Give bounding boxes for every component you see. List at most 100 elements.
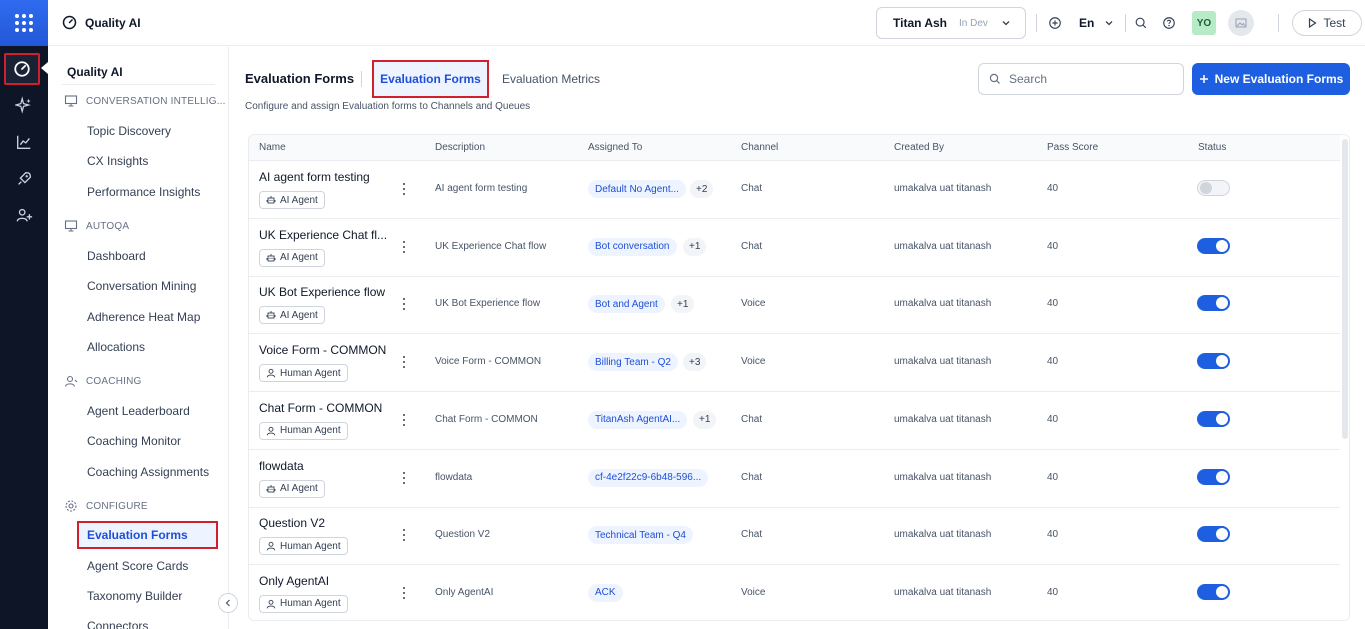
- search-icon[interactable]: [1134, 16, 1148, 30]
- column-header-created-by[interactable]: Created By: [894, 142, 944, 153]
- more-assignments-badge[interactable]: +1: [671, 295, 695, 314]
- env-tag: In Dev: [959, 17, 988, 29]
- table-scrollbar[interactable]: [1340, 135, 1349, 620]
- status-toggle[interactable]: [1197, 180, 1230, 196]
- assigned-queue-chip[interactable]: Default No Agent...: [588, 180, 686, 198]
- sidebar-item-topic-discovery[interactable]: Topic Discovery: [87, 124, 171, 138]
- assigned-queue-chip[interactable]: TitanAsh AgentAI...: [588, 410, 688, 429]
- status-toggle[interactable]: [1197, 295, 1230, 312]
- assigned-queue-chip[interactable]: Bot and Agent: [588, 295, 665, 314]
- table-row[interactable]: Voice Form - COMMON Human Agent Voice Form…: [249, 334, 1341, 393]
- new-evaluation-forms-button[interactable]: New Evaluation Forms: [1192, 63, 1350, 95]
- user-avatar[interactable]: YO: [1192, 11, 1216, 35]
- sidebar-item-coaching-monitor[interactable]: Coaching Monitor: [87, 434, 181, 448]
- chevron-down-icon: [1002, 21, 1010, 26]
- rail-quality-ai-button[interactable]: [4, 53, 40, 85]
- column-header-assigned-to[interactable]: Assigned To: [588, 142, 642, 153]
- sidebar-item-allocations[interactable]: Allocations: [87, 340, 145, 354]
- sidebar-item-coaching-assignments[interactable]: Coaching Assignments: [87, 465, 209, 479]
- assigned-queue-chip[interactable]: cf-4e2f22c9-6b48-596...: [588, 468, 709, 487]
- form-name[interactable]: Voice Form - COMMON: [259, 343, 386, 357]
- sidebar-item-evaluation-forms[interactable]: Evaluation Forms: [77, 521, 218, 549]
- search-input[interactable]: [1009, 72, 1169, 86]
- environment-select[interactable]: Titan Ash In Dev: [876, 7, 1026, 39]
- table-row[interactable]: Chat Form - COMMON Human Agent Chat Form -…: [249, 392, 1341, 450]
- table-row[interactable]: Question V2 Human Agent Question V2 Technic…: [249, 507, 1341, 566]
- agent-type-label: AI Agent: [280, 194, 318, 206]
- more-assignments-badge[interactable]: +1: [693, 410, 717, 429]
- profile-image-button[interactable]: [1228, 10, 1254, 36]
- row-actions-button[interactable]: [401, 528, 407, 542]
- search-box[interactable]: [978, 63, 1184, 95]
- sidebar-item-dashboard[interactable]: Dashboard: [87, 249, 146, 263]
- more-assignments-badge[interactable]: +3: [683, 353, 707, 372]
- row-actions-button[interactable]: [401, 471, 407, 485]
- table-row[interactable]: Only AgentAI Human Agent Only AgentAI ACK Vo…: [249, 565, 1341, 620]
- test-button[interactable]: Test: [1292, 10, 1362, 36]
- help-icon[interactable]: [1162, 16, 1176, 30]
- collapse-sidebar-button[interactable]: [218, 593, 238, 613]
- assigned-queue-chip[interactable]: ACK: [588, 583, 623, 602]
- agent-type-label: Human Agent: [280, 367, 341, 379]
- form-name[interactable]: Chat Form - COMMON: [259, 401, 382, 415]
- table-row[interactable]: UK Bot Experience flow AI Agent UK Bot Exp…: [249, 276, 1341, 335]
- row-actions-button[interactable]: [401, 240, 407, 254]
- assigned-queue-chip[interactable]: Billing Team - Q2: [588, 353, 678, 372]
- more-assignments-badge[interactable]: +1: [683, 237, 707, 256]
- sidebar-item-conversation-mining[interactable]: Conversation Mining: [87, 279, 196, 293]
- sidebar-item-agent-leaderboard[interactable]: Agent Leaderboard: [87, 404, 190, 418]
- status-toggle[interactable]: [1197, 468, 1230, 485]
- table-row[interactable]: UK Experience Chat fl... AI Agent UK Exper…: [249, 219, 1341, 277]
- sidebar-item-taxonomy-builder[interactable]: Taxonomy Builder: [87, 589, 182, 603]
- more-assignments-badge[interactable]: +2: [690, 180, 714, 198]
- assigned-queue-chip[interactable]: Technical Team - Q4: [588, 526, 693, 545]
- status-toggle[interactable]: [1197, 237, 1230, 254]
- form-name[interactable]: flowdata: [259, 459, 304, 473]
- sidebar-item-agent-score-cards[interactable]: Agent Score Cards: [87, 559, 188, 573]
- add-user-icon: [16, 208, 33, 222]
- column-header-description[interactable]: Description: [435, 142, 485, 153]
- top-header: Quality AI Titan Ash In Dev En YO Test: [48, 0, 1365, 46]
- assigned-queue-chip[interactable]: Bot conversation: [588, 237, 677, 256]
- rail-analytics-button[interactable]: [8, 126, 40, 158]
- sidebar-item-adherence-heat-map[interactable]: Adherence Heat Map: [87, 310, 200, 324]
- agent-type-label: Human Agent: [280, 540, 341, 552]
- sidebar-item-performance-insights[interactable]: Performance Insights: [87, 185, 200, 199]
- language-select[interactable]: En: [1079, 16, 1114, 30]
- form-name[interactable]: Question V2: [259, 516, 325, 530]
- app-launcher-button[interactable]: [0, 0, 48, 46]
- form-name[interactable]: Only AgentAI: [259, 574, 329, 588]
- rail-launch-button[interactable]: [8, 163, 40, 195]
- table-row[interactable]: AI agent form testing AI Agent AI agent fo…: [249, 161, 1341, 219]
- status-toggle[interactable]: [1197, 526, 1230, 543]
- form-name[interactable]: UK Bot Experience flow: [259, 285, 385, 299]
- row-actions-button[interactable]: [401, 355, 407, 369]
- sidebar-item-connectors[interactable]: Connectors: [87, 619, 148, 629]
- rail-ai-button[interactable]: [8, 89, 40, 121]
- section-label: CONFIGURE: [86, 500, 148, 512]
- row-actions-button[interactable]: [401, 586, 407, 600]
- column-header-name[interactable]: Name: [259, 142, 286, 153]
- table-row[interactable]: flowdata AI Agent flowdata cf-4e2f22c9-6b48…: [249, 450, 1341, 508]
- row-actions-button[interactable]: [401, 413, 407, 427]
- row-actions-button[interactable]: [401, 182, 407, 196]
- status-toggle[interactable]: [1197, 583, 1230, 600]
- tab-evaluation-forms[interactable]: Evaluation Forms: [372, 60, 489, 98]
- form-name[interactable]: UK Experience Chat fl...: [259, 228, 387, 242]
- status-toggle[interactable]: [1197, 353, 1230, 370]
- rail-add-user-button[interactable]: [8, 199, 40, 231]
- robot-icon: [266, 311, 276, 319]
- column-header-pass-score[interactable]: Pass Score: [1047, 142, 1098, 153]
- column-header-status[interactable]: Status: [1198, 142, 1226, 153]
- form-name[interactable]: AI agent form testing: [259, 170, 370, 184]
- sidebar-item-cx-insights[interactable]: CX Insights: [87, 154, 148, 168]
- chevron-left-icon: [225, 599, 230, 607]
- add-circle-icon[interactable]: [1048, 16, 1062, 30]
- scrollbar-thumb[interactable]: [1342, 139, 1348, 439]
- search-icon: [989, 73, 1000, 84]
- column-header-channel[interactable]: Channel: [741, 142, 778, 153]
- divider: [62, 84, 215, 85]
- tab-evaluation-metrics[interactable]: Evaluation Metrics: [502, 72, 600, 86]
- status-toggle[interactable]: [1197, 410, 1230, 427]
- row-actions-button[interactable]: [401, 297, 407, 311]
